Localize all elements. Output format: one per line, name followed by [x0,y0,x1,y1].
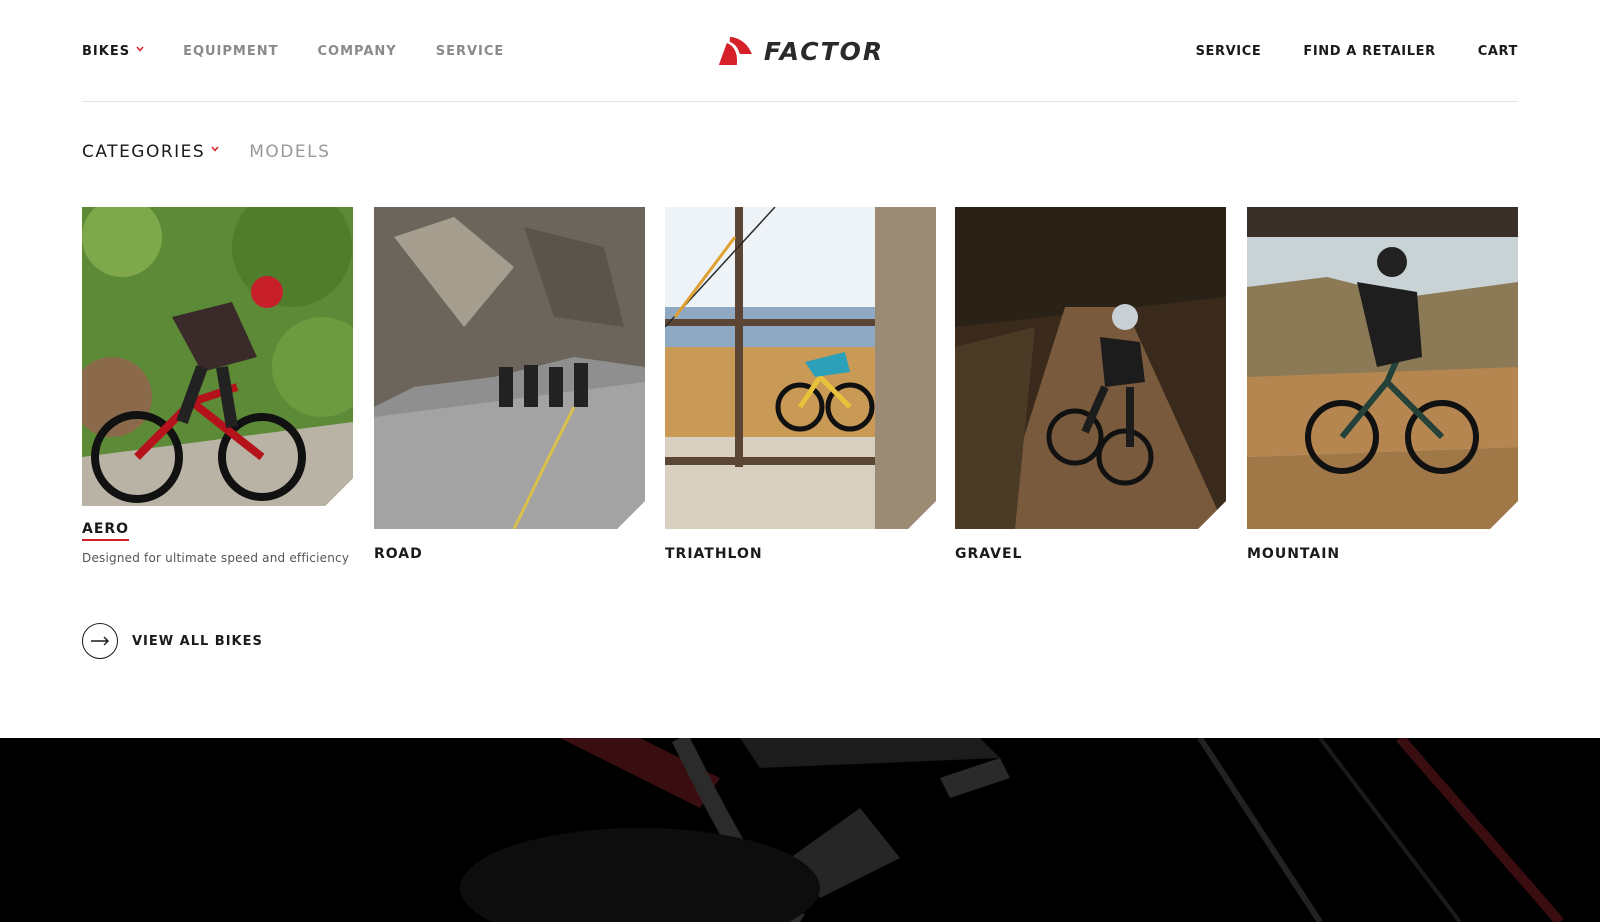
aero-photo [82,207,353,506]
nav-bikes[interactable]: BIKES [82,44,144,59]
category-card-aero[interactable]: AERO Designed for ultimate speed and eff… [82,207,353,565]
view-all-bikes-link[interactable]: VIEW ALL BIKES [82,623,263,659]
factor-logo[interactable]: FACTOR [716,34,884,68]
nav-company[interactable]: COMPANY [317,44,396,59]
arrow-right-icon [82,623,118,659]
nav-right-service[interactable]: SERVICE [1196,44,1262,59]
category-card-road[interactable]: ROAD [374,207,645,562]
category-label-aero: AERO [82,521,130,541]
nav-cart[interactable]: CART [1478,44,1518,59]
nav-bikes-label: BIKES [82,44,131,59]
category-label-gravel: GRAVEL [955,546,1023,562]
category-card-triathlon[interactable]: TRIATHLON [665,207,936,562]
tab-models[interactable]: MODELS [249,142,330,162]
category-card-gravel[interactable]: GRAVEL [955,207,1226,562]
tab-categories[interactable]: CATEGORIES [82,142,219,162]
road-photo [374,207,645,529]
nav-equipment[interactable]: EQUIPMENT [183,44,278,59]
category-label-road: ROAD [374,546,423,562]
chevron-down-icon [211,146,219,154]
category-label-triathlon: TRIATHLON [665,546,763,562]
category-desc-aero: Designed for ultimate speed and efficien… [82,551,350,565]
view-all-label: VIEW ALL BIKES [132,633,263,649]
category-cards: AERO Designed for ultimate speed and eff… [82,207,1518,577]
category-label-mountain: MOUNTAIN [1247,546,1341,562]
site-header: BIKES EQUIPMENT COMPANY SERVICE FACTOR S… [82,0,1518,102]
chevron-down-icon [136,46,144,54]
nav-find-retailer[interactable]: FIND A RETAILER [1303,44,1435,59]
gravel-photo [955,207,1226,529]
logo-wordmark: FACTOR [763,36,885,66]
utility-nav: SERVICE FIND A RETAILER CART [1154,44,1518,59]
hero-bike-image [0,738,1600,922]
bikes-subnav: CATEGORIES MODELS [82,142,360,162]
triathlon-photo [665,207,936,529]
mountain-photo [1247,207,1518,529]
primary-nav: BIKES EQUIPMENT COMPANY SERVICE [82,44,543,59]
hero-banner [0,738,1600,922]
category-card-mountain[interactable]: MOUNTAIN [1247,207,1518,562]
nav-service[interactable]: SERVICE [436,44,505,59]
tab-categories-label: CATEGORIES [82,142,206,162]
factor-logo-mark-icon [718,37,752,65]
